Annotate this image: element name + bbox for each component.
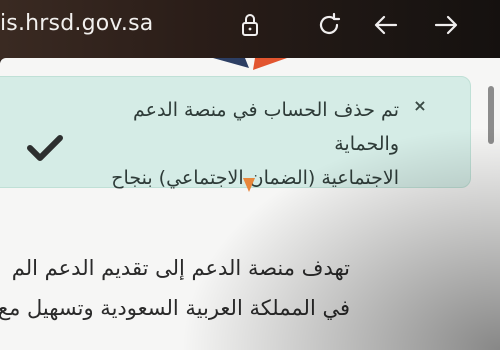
close-icon[interactable]: ×	[413, 98, 427, 114]
alert-message: تم حذف الحساب في منصة الدعم والحماية الا…	[79, 93, 399, 195]
check-icon	[25, 132, 65, 164]
address-bar-url[interactable]: is.hrsd.gov.sa	[0, 6, 153, 42]
intro-line-1: تهدف منصة الدعم إلى تقديم الدعم الم	[11, 256, 350, 280]
back-arrow-icon[interactable]	[369, 8, 403, 42]
forward-arrow-icon[interactable]	[429, 8, 463, 42]
alert-message-line-2: الاجتماعية (الضمان الاجتماعي) بنجاح	[111, 167, 399, 189]
reload-icon[interactable]	[312, 8, 346, 42]
page-content: × تم حذف الحساب في منصة الدعم والحماية ا…	[0, 58, 500, 350]
intro-paragraph: تهدف منصة الدعم إلى تقديم الدعم الم في ا…	[0, 248, 350, 328]
alert-message-line-1: تم حذف الحساب في منصة الدعم والحماية	[132, 99, 399, 155]
success-alert: × تم حذف الحساب في منصة الدعم والحماية ا…	[0, 76, 471, 189]
scrollbar[interactable]	[488, 86, 494, 144]
browser-toolbar: is.hrsd.gov.sa	[0, 0, 500, 60]
logo-fragment-bottom	[243, 178, 255, 192]
lock-icon[interactable]	[233, 8, 267, 42]
intro-line-2: في المملكة العربية السعودية وتسهيل مع	[0, 296, 350, 320]
